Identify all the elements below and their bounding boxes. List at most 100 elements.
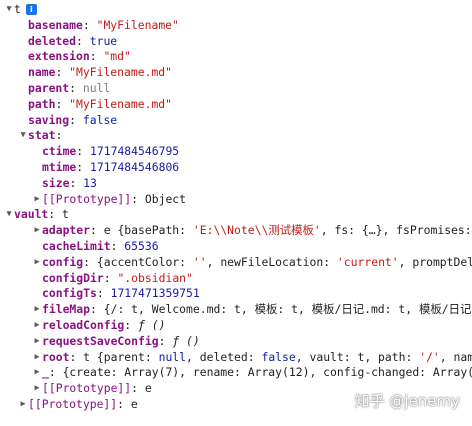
tree-row-underscore[interactable]: ▶ _: {create: Array(7), rename: Array(12… — [0, 365, 472, 381]
property-value: "MyFilename.md" — [69, 65, 173, 80]
property-value: "MyFilename.md" — [69, 96, 173, 111]
collapse-triangle-icon[interactable]: ▶ — [32, 255, 42, 271]
property-value: 65536 — [124, 238, 159, 253]
property-value: false — [82, 112, 118, 127]
tree-row-adapter[interactable]: ▶ adapter: e {basePath: 'E:\\Note\\测试模板'… — [0, 223, 472, 239]
property-row-deleted[interactable]: deleted: true — [0, 34, 472, 50]
property-value: 1717484546806 — [90, 159, 180, 174]
collapse-triangle-icon[interactable]: ▶ — [32, 381, 42, 397]
property-row-cachelimit[interactable]: cacheLimit: 65536 — [0, 239, 472, 255]
property-key: size — [42, 175, 70, 190]
property-key: reloadConfig — [42, 317, 125, 332]
expand-triangle-icon[interactable]: ▼ — [4, 2, 14, 18]
property-value-prefix: {accentColor: — [96, 254, 193, 269]
property-value: e — [144, 381, 152, 396]
property-value-prefix: e {basePath: — [103, 223, 193, 238]
property-key: mtime — [42, 159, 77, 174]
property-value: 1717471359751 — [110, 286, 200, 301]
property-value: true — [89, 33, 118, 48]
expand-triangle-icon[interactable]: ▼ — [18, 128, 28, 144]
property-key: basename — [28, 17, 83, 32]
property-value: ƒ () — [138, 317, 166, 332]
property-value-suffix: , promptDele — [398, 254, 472, 269]
property-value: 1717484546795 — [90, 144, 180, 159]
tree-row-stat-prototype[interactable]: ▶ [[Prototype]]: Object — [0, 192, 472, 208]
property-value: e — [130, 396, 138, 411]
property-value-parent: null — [158, 349, 187, 364]
property-key: cacheLimit — [42, 238, 111, 253]
property-value-suffix: , fs: {…}, fsPromises: — [320, 223, 472, 238]
collapse-triangle-icon[interactable]: ▶ — [32, 334, 42, 350]
collapse-triangle-icon[interactable]: ▶ — [32, 318, 42, 334]
property-value-prefix: t {parent: — [83, 349, 159, 364]
property-key: name — [28, 65, 56, 80]
property-value: ".obsidian" — [117, 270, 193, 285]
property-value-suffix: , name — [439, 349, 472, 364]
property-value: 13 — [83, 175, 97, 190]
console-object-tree: ▼ ti basename: "MyFilename" deleted: tru… — [0, 2, 472, 413]
tree-row-root[interactable]: ▶ root: t {parent: null, deleted: false,… — [0, 350, 472, 366]
property-key: extension — [28, 49, 90, 64]
property-key: path — [28, 96, 56, 111]
property-row-saving[interactable]: saving: false — [0, 113, 472, 129]
property-value: "md" — [103, 49, 131, 64]
property-row-name[interactable]: name: "MyFilename.md" — [0, 65, 472, 81]
tree-row-root[interactable]: ▼ ti — [0, 2, 472, 18]
property-value-accent: '' — [192, 254, 207, 269]
property-key: saving — [28, 112, 70, 127]
tree-row-stat[interactable]: ▼ stat: — [0, 128, 472, 144]
property-key: [[Prototype]] — [42, 381, 132, 396]
property-value-mid2: , vault: t, path: — [295, 349, 420, 364]
property-value: {create: Array(7), rename: Array(12), co… — [62, 365, 472, 380]
info-icon[interactable]: i — [25, 4, 37, 15]
property-value-basepath: 'E:\\Note\\测试模板' — [192, 223, 321, 238]
property-key: ctime — [42, 144, 77, 159]
property-key: deleted — [28, 33, 77, 48]
property-value: ƒ () — [172, 333, 200, 348]
collapse-triangle-icon[interactable]: ▶ — [18, 397, 28, 413]
collapse-triangle-icon[interactable]: ▶ — [32, 365, 42, 381]
property-value: null — [82, 80, 111, 95]
watermark: 知乎 @jenemy — [354, 392, 460, 411]
property-value-deleted: false — [261, 349, 296, 364]
property-row-configdir[interactable]: configDir: ".obsidian" — [0, 271, 472, 287]
collapse-triangle-icon[interactable]: ▶ — [32, 302, 42, 318]
property-row-parent[interactable]: parent: null — [0, 81, 472, 97]
property-row-size[interactable]: size: 13 — [0, 176, 472, 192]
property-value-location: 'current' — [336, 254, 399, 269]
tree-row-requestsaveconfig[interactable]: ▶ requestSaveConfig: ƒ () — [0, 334, 472, 350]
property-value: "MyFilename" — [96, 17, 179, 32]
property-row-path[interactable]: path: "MyFilename.md" — [0, 97, 472, 113]
property-value-mid: , newFileLocation: — [206, 254, 337, 269]
property-key: root — [42, 349, 70, 364]
property-key: [[Prototype]] — [42, 191, 132, 206]
property-key: fileMap — [42, 302, 91, 317]
root-object-name: t — [14, 2, 21, 16]
property-value: t — [62, 207, 69, 222]
property-key: adapter — [42, 223, 91, 238]
tree-row-filemap[interactable]: ▶ fileMap: {/: t, Welcome.md: t, 模板: t, … — [0, 302, 472, 318]
collapse-triangle-icon[interactable]: ▶ — [32, 350, 42, 366]
property-key: parent — [28, 80, 70, 95]
property-key: [[Prototype]] — [28, 396, 118, 411]
collapse-triangle-icon[interactable]: ▶ — [32, 223, 42, 239]
tree-row-reloadconfig[interactable]: ▶ reloadConfig: ƒ () — [0, 318, 472, 334]
property-value-path: '/' — [419, 349, 440, 364]
property-value-mid: , deleted: — [186, 349, 262, 364]
tree-row-config[interactable]: ▶ config: {accentColor: '', newFileLocat… — [0, 255, 472, 271]
property-row-configts[interactable]: configTs: 1717471359751 — [0, 286, 472, 302]
property-row-ctime[interactable]: ctime: 1717484546795 — [0, 144, 472, 160]
property-value: {/: t, Welcome.md: t, 模板: t, 模板/日记.md: t… — [103, 302, 472, 317]
property-key: configTs — [42, 286, 97, 301]
property-row-basename[interactable]: basename: "MyFilename" — [0, 18, 472, 34]
property-key: config — [42, 254, 84, 269]
tree-row-vault[interactable]: ▼ vault: t — [0, 207, 472, 223]
property-key: configDir — [42, 270, 104, 285]
property-row-mtime[interactable]: mtime: 1717484546806 — [0, 160, 472, 176]
property-key: _ — [42, 365, 49, 380]
expand-triangle-icon[interactable]: ▼ — [4, 207, 14, 223]
property-value: Object — [144, 191, 187, 206]
collapse-triangle-icon[interactable]: ▶ — [32, 192, 42, 208]
property-row-extension[interactable]: extension: "md" — [0, 49, 472, 65]
property-key: requestSaveConfig — [42, 333, 159, 348]
